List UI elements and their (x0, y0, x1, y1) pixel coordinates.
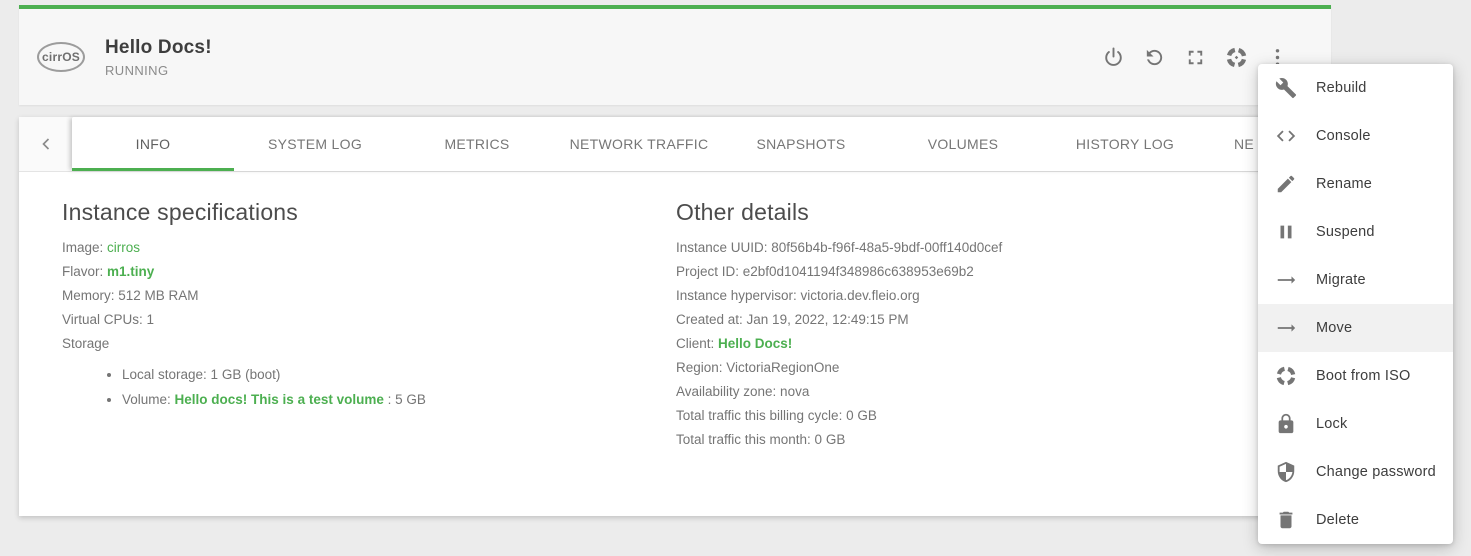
power-button[interactable] (1101, 45, 1125, 69)
tab-system-log[interactable]: SYSTEM LOG (234, 117, 396, 171)
menu-item-suspend[interactable]: Suspend (1258, 208, 1453, 256)
title-block: Hello Docs! RUNNING (105, 37, 212, 78)
local-storage-item: Local storage: 1 GB (boot) (122, 362, 622, 387)
spec-row-memory: Memory: 512 MB RAM (62, 288, 199, 303)
detail-row-traffic-month: Total traffic this month: 0 GB (676, 432, 846, 447)
fullscreen-icon (1188, 50, 1202, 64)
boot-iso-icon (1226, 47, 1246, 67)
detail-row-uuid: Instance UUID: 80f56b4b-f96f-48a5-9bdf-0… (676, 240, 1003, 255)
menu-item-label: Boot from ISO (1316, 368, 1411, 384)
spec-row-storage: Storage (62, 336, 110, 351)
detail-row-hypervisor: Instance hypervisor: victoria.dev.fleio.… (676, 288, 920, 303)
client-link[interactable]: Hello Docs! (718, 336, 792, 351)
detail-row-traffic-cycle: Total traffic this billing cycle: 0 GB (676, 408, 877, 423)
trash-icon (1274, 508, 1298, 532)
menu-item-label: Delete (1316, 512, 1360, 528)
volume-link[interactable]: Hello docs! This is a test volume (175, 392, 384, 407)
instance-specifications-section: Instance specifications Image: cirros Fl… (62, 199, 622, 412)
instance-actions-menu: Rebuild Console Rename Suspend Migrate M… (1258, 64, 1453, 544)
wrench-icon (1274, 76, 1298, 100)
refresh-icon (1146, 49, 1162, 65)
menu-item-label: Migrate (1316, 272, 1366, 288)
flavor-label: Flavor: (62, 264, 104, 279)
menu-item-change-password[interactable]: Change password (1258, 448, 1453, 496)
menu-item-move[interactable]: Move (1258, 304, 1453, 352)
image-link[interactable]: cirros (107, 240, 140, 255)
instance-title: Hello Docs! (105, 36, 212, 58)
client-label: Client: (676, 336, 715, 351)
code-icon (1274, 124, 1298, 148)
detail-row-created: Created at: Jan 19, 2022, 12:49:15 PM (676, 312, 909, 327)
menu-item-label: Rebuild (1316, 80, 1367, 96)
tab-volumes[interactable]: VOLUMES (882, 117, 1044, 171)
menu-item-rebuild[interactable]: Rebuild (1258, 64, 1453, 112)
volume-size: : 5 GB (387, 392, 426, 407)
flavor-link[interactable]: m1.tiny (107, 264, 154, 279)
menu-item-label: Rename (1316, 176, 1373, 192)
chevron-left-icon (41, 138, 49, 150)
spec-row-image: Image: cirros (62, 236, 622, 260)
pause-icon (1274, 220, 1298, 244)
menu-item-delete[interactable]: Delete (1258, 496, 1453, 544)
volume-item: Volume: Hello docs! This is a test volum… (122, 387, 622, 412)
arrow-right-icon (1274, 316, 1298, 340)
detail-row-az: Availability zone: nova (676, 384, 810, 399)
detail-row-region: Region: VictoriaRegionOne (676, 360, 840, 375)
menu-item-console[interactable]: Console (1258, 112, 1453, 160)
pencil-icon (1274, 172, 1298, 196)
detail-row-client: Client: Hello Docs! (676, 332, 1276, 356)
power-icon (1104, 46, 1122, 66)
menu-item-boot-from-iso[interactable]: Boot from ISO (1258, 352, 1453, 400)
instance-detail-card: INFO SYSTEM LOG METRICS NETWORK TRAFFIC … (19, 117, 1331, 516)
status-badge: RUNNING (105, 62, 169, 78)
reboot-button[interactable] (1142, 45, 1166, 69)
menu-item-label: Console (1316, 128, 1371, 144)
tab-bar: INFO SYSTEM LOG METRICS NETWORK TRAFFIC … (19, 117, 1331, 172)
tab-info[interactable]: INFO (72, 117, 234, 171)
menu-item-lock[interactable]: Lock (1258, 400, 1453, 448)
menu-item-label: Change password (1316, 464, 1436, 480)
boot-iso-button[interactable] (1224, 45, 1248, 69)
menu-item-label: Lock (1316, 416, 1348, 432)
menu-item-rename[interactable]: Rename (1258, 160, 1453, 208)
active-tab-indicator (72, 168, 234, 171)
lock-icon (1274, 412, 1298, 436)
tabs-scroll-left-button[interactable] (19, 117, 72, 171)
tabs-strip: INFO SYSTEM LOG METRICS NETWORK TRAFFIC … (72, 117, 1331, 171)
shield-icon (1274, 460, 1298, 484)
tab-network-traffic[interactable]: NETWORK TRAFFIC (558, 117, 720, 171)
boot-iso-icon (1274, 364, 1298, 388)
section-title: Other details (676, 199, 809, 225)
section-title: Instance specifications (62, 199, 299, 225)
instance-header: cirrOS Hello Docs! RUNNING (19, 5, 1331, 105)
detail-row-project: Project ID: e2bf0d1041194f348986c638953e… (676, 264, 974, 279)
storage-list: Local storage: 1 GB (boot) Volume: Hello… (62, 362, 622, 412)
tab-metrics[interactable]: METRICS (396, 117, 558, 171)
tab-history-log[interactable]: HISTORY LOG (1044, 117, 1206, 171)
cirros-logo-icon: cirrOS (37, 42, 85, 72)
spec-row-vcpus: Virtual CPUs: 1 (62, 312, 155, 327)
fullscreen-button[interactable] (1183, 45, 1207, 69)
tab-snapshots[interactable]: SNAPSHOTS (720, 117, 882, 171)
other-details-section: Other details Instance UUID: 80f56b4b-f9… (676, 199, 1276, 452)
arrow-right-icon (1274, 268, 1298, 292)
menu-item-label: Suspend (1316, 224, 1375, 240)
volume-label: Volume: (122, 392, 171, 407)
image-label: Image: (62, 240, 104, 255)
spec-row-flavor: Flavor: m1.tiny (62, 260, 622, 284)
menu-item-migrate[interactable]: Migrate (1258, 256, 1453, 304)
menu-item-label: Move (1316, 320, 1353, 336)
